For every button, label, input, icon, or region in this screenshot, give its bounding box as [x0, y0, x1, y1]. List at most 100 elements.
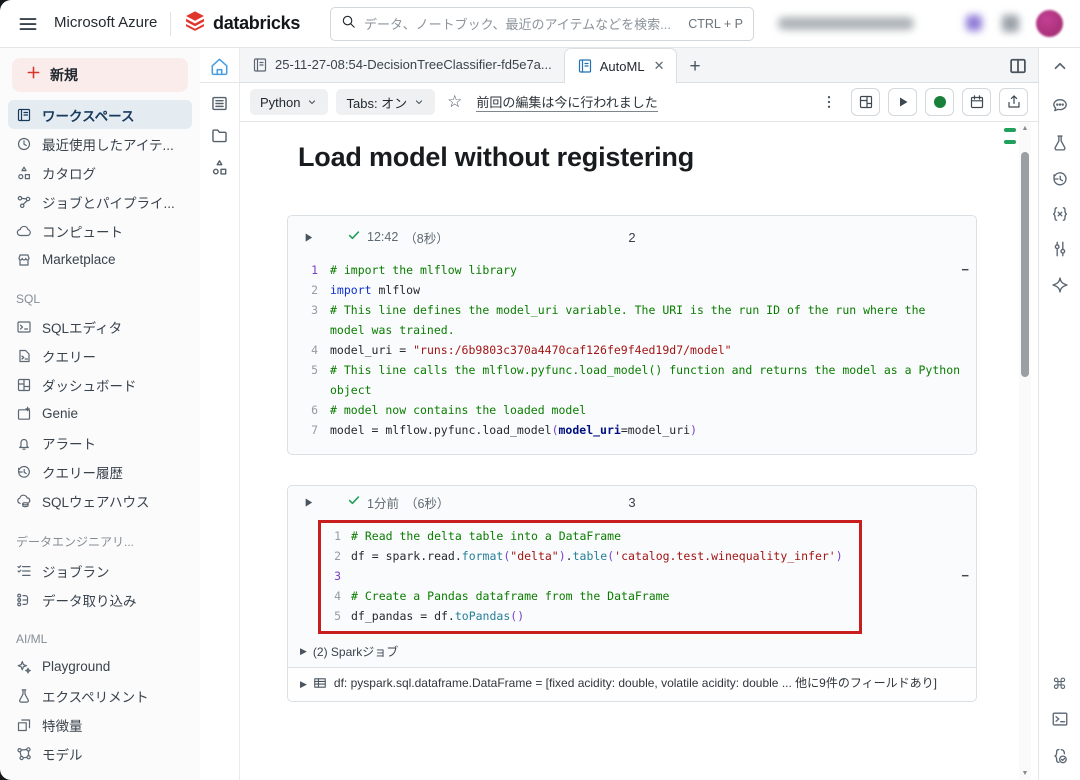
code-text: df_pandas = df.toPandas()	[351, 606, 857, 626]
top-bar: Microsoft Azure databricks CTRL + P	[0, 0, 1080, 48]
new-button[interactable]: 新規	[12, 58, 188, 92]
dataframe-table-icon	[313, 676, 327, 690]
tab-notebook-decisiontree[interactable]: 25-11-27-08:54-DecisionTreeClassifier-fd…	[240, 47, 564, 82]
variables-icon[interactable]	[1051, 205, 1069, 223]
topbar-icon-redacted[interactable]	[966, 15, 982, 31]
sidebar-item[interactable]: ワークスペース	[8, 100, 192, 129]
code-cell-1[interactable]: 12:42 （8秒） 2 1# import the mlflow librar…	[287, 215, 977, 455]
sidebar-item[interactable]: ジョブとパイプライ...	[8, 187, 192, 216]
sidebar-item[interactable]: Playground	[8, 652, 192, 681]
fold-marker[interactable]: −	[961, 568, 969, 583]
tabs-toggle-label: Tabs: オン	[346, 93, 407, 112]
favorite-star-icon[interactable]: ☆	[447, 92, 462, 112]
hamburger-menu-icon[interactable]	[18, 14, 38, 34]
share-button[interactable]	[999, 88, 1028, 116]
split-view-icon[interactable]	[1008, 56, 1028, 81]
experiments-icon	[16, 688, 32, 704]
left-sidebar: 新規 ワークスペース最近使用したアイテ...カタログジョブとパイプライ... コン…	[0, 48, 200, 780]
sidebar-item[interactable]: データ取り込み	[8, 585, 192, 614]
user-avatar[interactable]	[1036, 10, 1063, 37]
sidebar-item[interactable]: SQLエディタ	[8, 312, 192, 341]
cluster-status[interactable]	[925, 88, 954, 116]
topbar-icon-redacted[interactable]	[1002, 15, 1019, 32]
code-text: model = mlflow.pyfunc.load_model(model_u…	[330, 420, 966, 440]
last-edit-link[interactable]: 前回の編集は今に行われました	[476, 92, 657, 112]
scroll-up-arrow[interactable]: ▲	[1019, 125, 1031, 132]
sidebar-item[interactable]: SQLウェアハウス	[8, 486, 192, 515]
settings-icon[interactable]	[1051, 240, 1069, 258]
code-editor[interactable]: 1# import the mlflow library2import mlfl…	[288, 258, 976, 454]
new-tab-button[interactable]: +	[677, 56, 712, 82]
chevron-up-icon[interactable]	[1051, 57, 1069, 75]
sidebar-item[interactable]: エクスペリメント	[8, 681, 192, 710]
tabs-toggle[interactable]: Tabs: オン	[336, 89, 435, 115]
run-cell-icon[interactable]	[302, 496, 315, 509]
sidebar-item-label: ジョブとパイプライ...	[42, 192, 175, 212]
databricks-logo[interactable]: databricks	[184, 10, 300, 37]
sidebar-item[interactable]: モデル	[8, 739, 192, 768]
chevron-down-icon	[306, 96, 318, 108]
close-icon[interactable]: ✕	[654, 58, 665, 74]
sidebar-item[interactable]: Marketplace	[8, 245, 192, 274]
sidebar-section-header: データエンジニアリ...	[0, 515, 200, 556]
assistant-icon[interactable]	[1051, 276, 1069, 294]
sidebar-item[interactable]: 特徴量	[8, 710, 192, 739]
environment-icon[interactable]	[1051, 747, 1069, 765]
code-cell-2[interactable]: 1分前 （6秒） 3 1# Read the delta table into …	[287, 485, 977, 702]
sidebar-item-label: Marketplace	[42, 252, 116, 267]
scroll-down-arrow[interactable]: ▼	[1019, 770, 1031, 777]
folder-icon[interactable]	[210, 126, 229, 150]
sidebar-item-label: 特徴量	[42, 715, 83, 735]
sidebar-item[interactable]: Genie	[8, 399, 192, 428]
code-line: 3	[321, 566, 857, 586]
sidebar-item-label: Playground	[42, 659, 110, 674]
home-icon[interactable]	[209, 56, 230, 82]
catalog-panel-icon[interactable]	[210, 158, 229, 182]
history-icon[interactable]	[1051, 170, 1069, 188]
sidebar-item-label: SQLエディタ	[42, 317, 122, 337]
sidebar-item[interactable]: ダッシュボード	[8, 370, 192, 399]
tab-automl[interactable]: AutoML ✕	[564, 48, 678, 83]
line-number: 5	[292, 360, 318, 400]
sidebar-item[interactable]: ジョブラン	[8, 556, 192, 585]
caret-right-icon: ▶	[300, 679, 307, 689]
sidebar-item[interactable]: 最近使用したアイテ...	[8, 129, 192, 158]
workspace-icon	[16, 107, 32, 123]
experiment-icon[interactable]	[1051, 134, 1069, 152]
language-selector[interactable]: Python	[250, 89, 328, 115]
table-of-contents-icon[interactable]	[210, 94, 229, 118]
scrollbar-thumb[interactable]	[1021, 152, 1029, 377]
notebook-heading[interactable]: Load model without registering	[298, 142, 1019, 173]
schedule-button[interactable]	[962, 88, 991, 116]
code-text: # This line calls the mlflow.pyfunc.load…	[330, 360, 966, 400]
sidebar-item[interactable]: アラート	[8, 428, 192, 457]
code-text: # import the mlflow library	[330, 260, 966, 280]
run-all-button[interactable]	[888, 88, 917, 116]
layout-button[interactable]	[851, 88, 880, 116]
sidebar-item[interactable]: クエリー履歴	[8, 457, 192, 486]
line-number: 3	[292, 300, 318, 340]
cell-output[interactable]: ▶df: pyspark.sql.dataframe.DataFrame = […	[288, 667, 976, 701]
sidebar-item[interactable]: コンピュート	[8, 216, 192, 245]
comment-icon[interactable]	[1051, 96, 1069, 114]
success-check-icon	[347, 228, 361, 247]
sidebar-item-label: コンピュート	[42, 221, 123, 241]
run-time: 1分前	[367, 493, 399, 512]
fold-marker[interactable]: −	[961, 262, 969, 277]
minimap-cell-marker	[1004, 128, 1016, 132]
search-input[interactable]	[364, 17, 680, 32]
shortcuts-icon[interactable]: ⌘	[1052, 675, 1067, 693]
vertical-scrollbar[interactable]: ▲ ▼	[1019, 122, 1031, 780]
sidebar-item-label: ジョブラン	[42, 561, 110, 581]
sidebar-item[interactable]: カタログ	[8, 158, 192, 187]
spark-jobs-toggle[interactable]: ▶ (2) Sparkジョブ	[288, 638, 976, 667]
kebab-menu-icon[interactable]	[815, 94, 843, 110]
code-editor[interactable]: 1# Read the delta table into a DataFrame…	[321, 526, 857, 626]
catalog-icon	[16, 165, 32, 181]
workspace-name-redacted[interactable]	[778, 17, 914, 30]
cell-status: 12:42 （8秒）	[347, 228, 449, 247]
global-search[interactable]: CTRL + P	[330, 7, 754, 41]
run-cell-icon[interactable]	[302, 231, 315, 244]
sidebar-item[interactable]: クエリー	[8, 341, 192, 370]
terminal-icon[interactable]	[1051, 710, 1069, 728]
